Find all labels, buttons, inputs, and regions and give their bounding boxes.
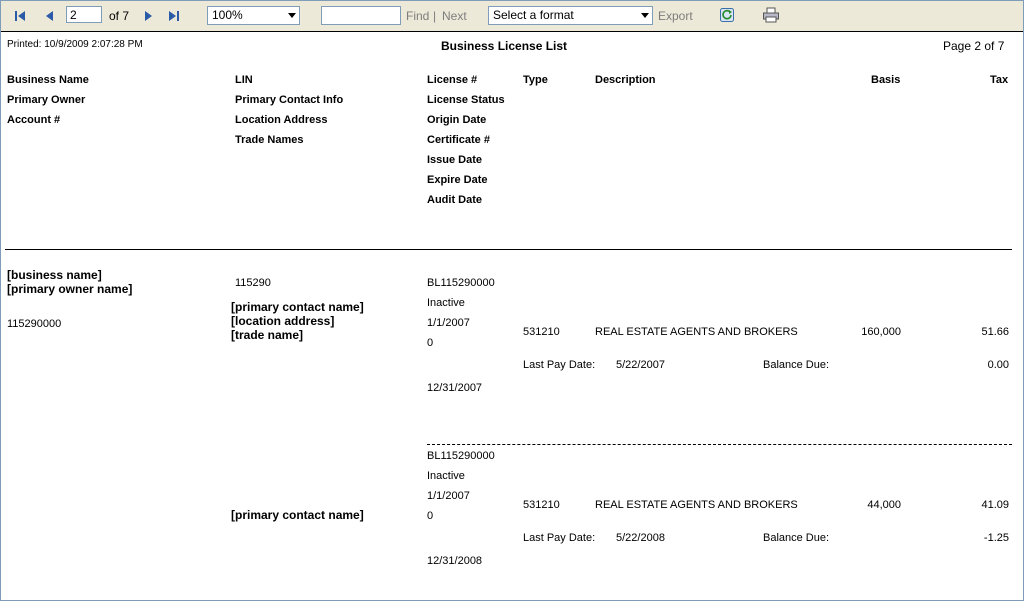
- first-page-icon[interactable]: [13, 9, 27, 23]
- page-count-label: of 7: [109, 9, 130, 23]
- license-number: BL115290000: [427, 277, 495, 289]
- find-next-link[interactable]: Next: [442, 9, 467, 23]
- header-expire-date: Expire Date: [427, 174, 488, 186]
- report-body: Printed: 10/9/2009 2:07:28 PM Business L…: [1, 32, 1023, 600]
- header-trade-names: Trade Names: [235, 134, 304, 146]
- primary-contact-name: [primary contact name]: [231, 300, 364, 314]
- last-pay-date: 5/22/2008: [616, 532, 665, 544]
- location-address: [location address]: [231, 314, 335, 328]
- header-license-no: License #: [427, 74, 478, 86]
- primary-owner-name: [primary owner name]: [7, 282, 133, 296]
- header-license-status: License Status: [427, 94, 505, 106]
- origin-date: 1/1/2007: [427, 317, 470, 329]
- license-description: REAL ESTATE AGENTS AND BROKERS: [595, 326, 798, 338]
- last-pay-date: 5/22/2007: [616, 359, 665, 371]
- find-link[interactable]: Find: [406, 9, 429, 23]
- license-tax: 41.09: [981, 499, 1009, 511]
- license-tax: 51.66: [981, 326, 1009, 338]
- license-divider: [427, 444, 1012, 445]
- trade-name: [trade name]: [231, 328, 304, 342]
- business-name: [business name]: [7, 268, 102, 282]
- balance-due: 0.00: [987, 359, 1009, 371]
- export-format-select[interactable]: Select a format: [488, 6, 653, 25]
- balance-due-label: Balance Due:: [763, 359, 830, 371]
- header-issue-date: Issue Date: [427, 154, 483, 166]
- header-description: Description: [595, 74, 656, 86]
- last-page-icon[interactable]: [167, 9, 181, 23]
- header-location-address: Location Address: [235, 114, 328, 126]
- print-icon[interactable]: [762, 7, 780, 23]
- account-number: 115290000: [7, 318, 62, 330]
- page-info: Page 2 of 7: [943, 39, 1005, 53]
- report-viewer: 2 of 7 100% Find | Next Select a format …: [0, 0, 1024, 601]
- next-page-icon[interactable]: [141, 9, 155, 23]
- prev-page-icon[interactable]: [43, 9, 57, 23]
- header-divider: [5, 249, 1012, 250]
- page-number-input[interactable]: 2: [66, 6, 102, 23]
- license-status: Inactive: [427, 470, 465, 482]
- expire-date: 12/31/2007: [427, 382, 483, 394]
- header-origin-date: Origin Date: [427, 114, 487, 126]
- refresh-icon[interactable]: [719, 7, 735, 23]
- expire-date: 12/31/2008: [427, 555, 483, 567]
- license-type: 531210: [523, 499, 560, 511]
- header-primary-owner: Primary Owner: [7, 94, 86, 106]
- chevron-down-icon: [641, 13, 649, 18]
- last-pay-label: Last Pay Date:: [523, 532, 596, 544]
- export-format-value: Select a format: [493, 8, 574, 22]
- certificate-number: 0: [427, 337, 434, 349]
- license-basis: 160,000: [861, 326, 901, 338]
- lin-value: 115290: [235, 277, 271, 289]
- license-type: 531210: [523, 326, 560, 338]
- certificate-number: 0: [427, 510, 434, 522]
- last-pay-label: Last Pay Date:: [523, 359, 596, 371]
- header-basis: Basis: [871, 74, 901, 86]
- license-description: REAL ESTATE AGENTS AND BROKERS: [595, 499, 798, 511]
- balance-due: -1.25: [983, 532, 1009, 544]
- zoom-select[interactable]: 100%: [207, 6, 300, 25]
- report-toolbar: 2 of 7 100% Find | Next Select a format …: [1, 1, 1023, 32]
- header-business-name: Business Name: [7, 74, 89, 86]
- header-primary-contact: Primary Contact Info: [235, 94, 344, 106]
- header-lin: LIN: [235, 74, 253, 86]
- export-link[interactable]: Export: [658, 9, 693, 23]
- header-certificate: Certificate #: [427, 134, 490, 146]
- find-separator: |: [433, 9, 437, 23]
- primary-contact-name: [primary contact name]: [231, 508, 364, 522]
- header-account: Account #: [7, 114, 61, 126]
- printed-timestamp: Printed: 10/9/2009 2:07:28 PM: [7, 39, 143, 50]
- license-number: BL115290000: [427, 450, 495, 462]
- report-title: Business License List: [441, 39, 568, 53]
- origin-date: 1/1/2007: [427, 490, 470, 502]
- balance-due-label: Balance Due:: [763, 532, 830, 544]
- header-audit-date: Audit Date: [427, 194, 482, 206]
- find-input[interactable]: [321, 6, 401, 25]
- zoom-value: 100%: [212, 8, 243, 22]
- chevron-down-icon: [288, 13, 296, 18]
- license-basis: 44,000: [867, 499, 901, 511]
- header-type: Type: [523, 74, 548, 86]
- license-status: Inactive: [427, 297, 465, 309]
- header-tax: Tax: [990, 74, 1009, 86]
